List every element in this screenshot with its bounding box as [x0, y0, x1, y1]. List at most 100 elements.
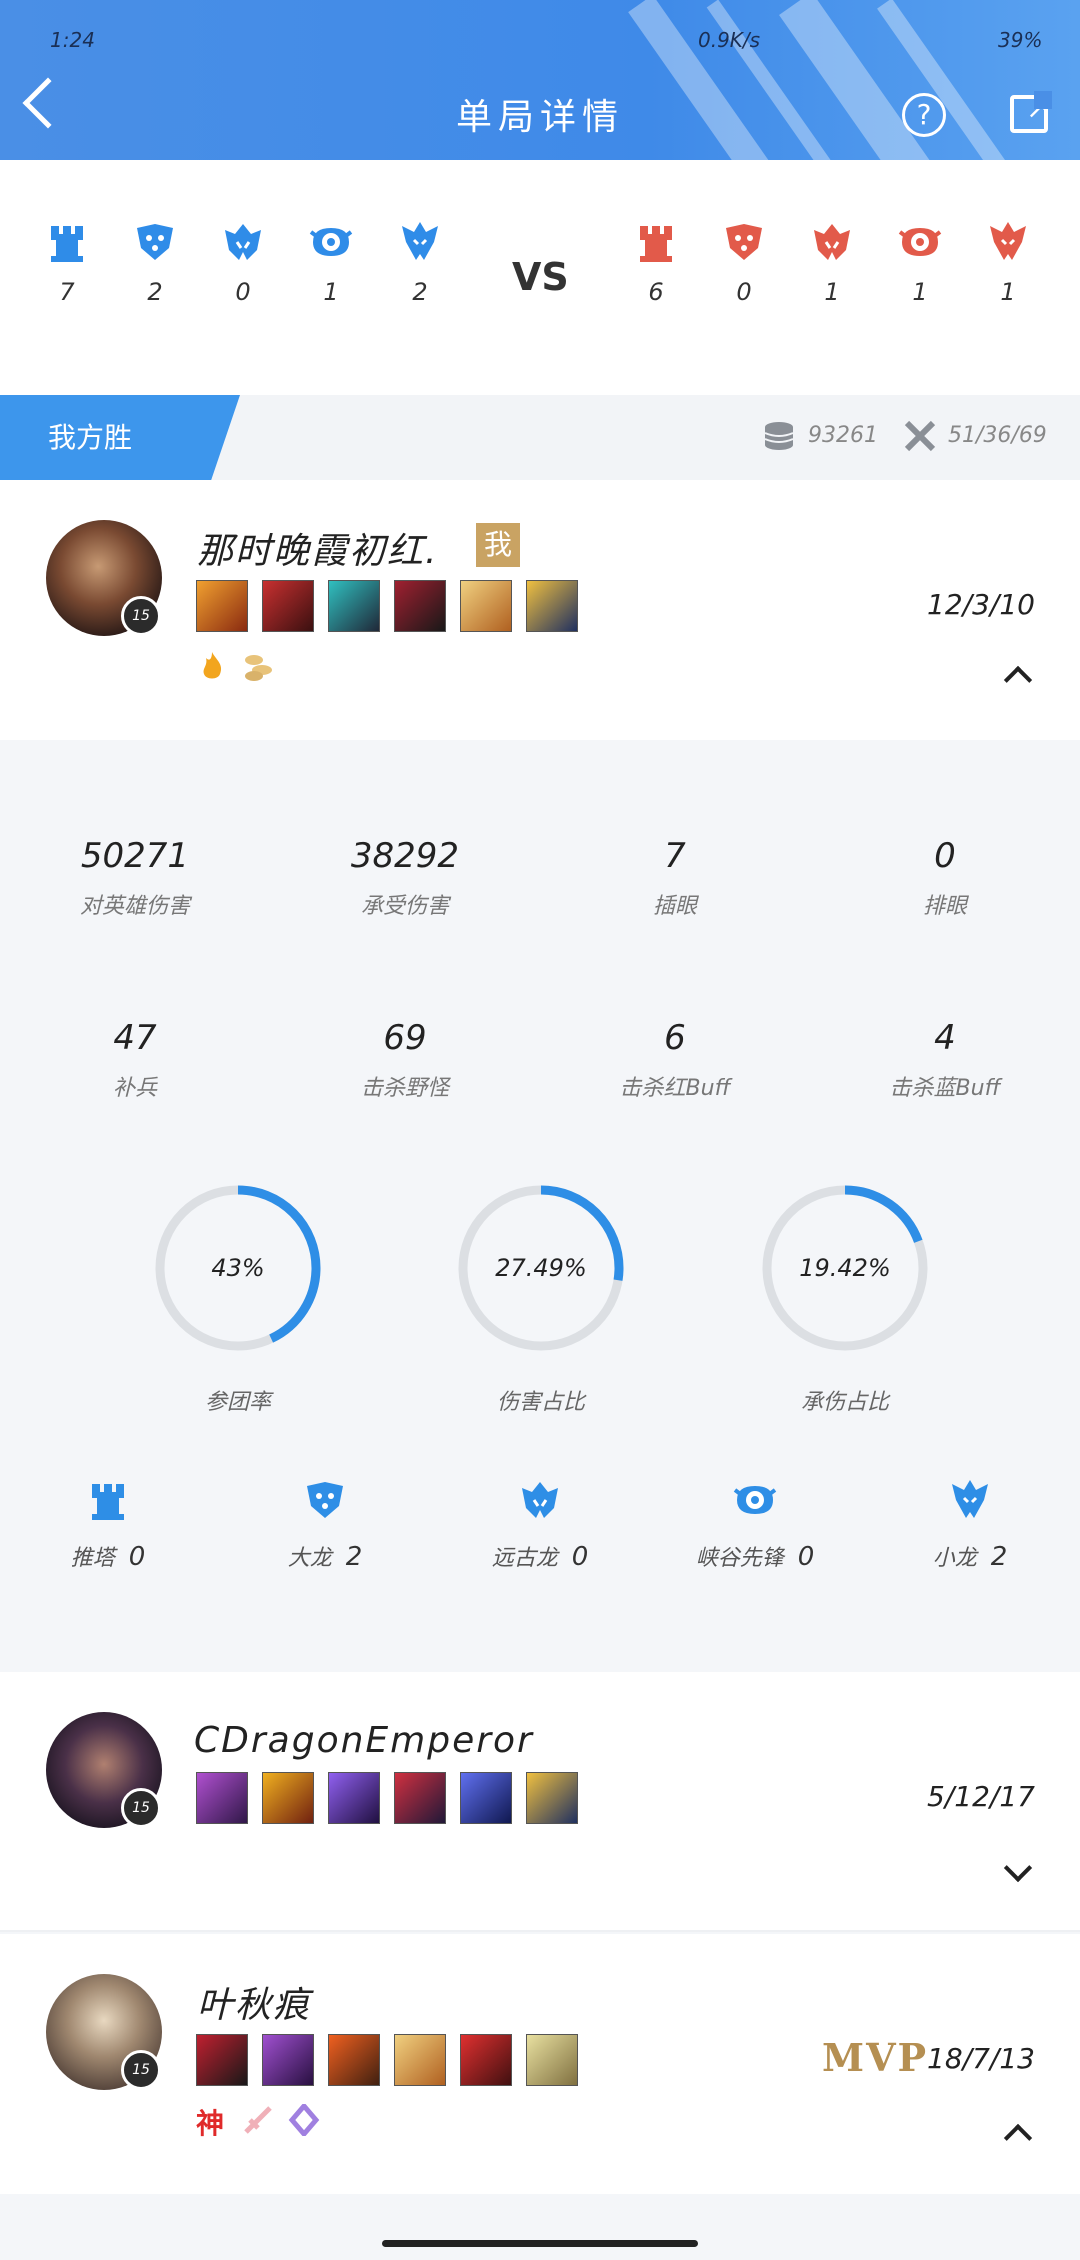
stat-value: 4 [934, 1018, 956, 1058]
item-slot [394, 1772, 446, 1824]
rift-herald-icon [890, 220, 950, 264]
stat-value: 0 [934, 836, 956, 876]
ratio-value: 19.42% [799, 1254, 891, 1282]
stat-cell: 50271 对英雄伤害 [0, 836, 270, 920]
team-kda: 51/36/69 [948, 423, 1047, 448]
item-slot [394, 580, 446, 632]
objective-count: 7 [59, 278, 75, 306]
home-indicator[interactable] [382, 2240, 698, 2247]
hero-level: 15 [121, 596, 161, 636]
stat-cell: 0 排眼 [810, 836, 1080, 920]
fire-icon [203, 652, 222, 679]
ancient-dragon-icon [213, 220, 273, 264]
ratio-label: 伤害占比 [496, 1390, 585, 1415]
objective-stat: 远古龙 0 [450, 1478, 630, 1572]
stat-label: 击杀蓝Buff [889, 1076, 1001, 1101]
rift-herald-icon [665, 1478, 845, 1522]
stat-label: 对英雄伤害 [79, 894, 190, 919]
objective-count: 2 [147, 278, 163, 306]
red-ancient-dragon-count: 1 [802, 220, 862, 306]
objective-label: 推塔 [70, 1546, 115, 1571]
hero-level: 15 [121, 2050, 161, 2090]
collapse-chevron-icon[interactable] [1003, 665, 1033, 695]
blue-ancient-dragon-count: 0 [213, 220, 273, 306]
mvp-badge: MVP [822, 2035, 929, 2080]
item-slot [262, 580, 314, 632]
match-result-bar: 我方胜 93261 51/36/69 [0, 395, 1080, 480]
item-slot [328, 2034, 380, 2086]
red-dragon-count: 1 [978, 220, 1038, 306]
player-kda: 12/3/10 [927, 588, 1035, 621]
player-detail-panel: 50271 对英雄伤害 38292 承受伤害 7 插眼 0 排眼 47 补兵 69 击杀野怪 6 击杀红… [0, 740, 1080, 1670]
stat-cell: 7 插眼 [540, 836, 810, 920]
ratio-label: 承伤占比 [800, 1390, 889, 1415]
objective-stat: 小龙 2 [880, 1478, 1060, 1572]
item-build [196, 2034, 592, 2086]
hero-level: 15 [121, 1788, 161, 1828]
app-header: 1:24 0.9K/s 39% 单局详情 ? ↗ [0, 0, 1080, 160]
item-slot [460, 2034, 512, 2086]
stat-value: 69 [383, 1018, 427, 1058]
item-slot [460, 1772, 512, 1824]
stat-label: 承受伤害 [360, 894, 449, 919]
objective-count: 1 [824, 278, 840, 306]
dragon-icon [390, 220, 450, 264]
blue-rift-herald-count: 1 [301, 220, 361, 306]
stat-cell: 4 击杀蓝Buff [810, 1018, 1080, 1102]
item-slot [196, 580, 248, 632]
dragon-icon [880, 1478, 1060, 1522]
objective-label: 远古龙 [491, 1546, 558, 1571]
item-slot [460, 580, 512, 632]
ratio-value: 27.49% [495, 1254, 587, 1282]
item-slot [328, 1772, 380, 1824]
player-card[interactable]: 15 CDragonEmperor 5/12/17 [0, 1672, 1080, 1932]
stat-value: 38292 [350, 836, 460, 876]
ancient-dragon-icon [450, 1478, 630, 1522]
dragon-icon [978, 220, 1038, 264]
team-gold: 93261 [808, 423, 878, 448]
blue-baron-count: 2 [125, 220, 185, 306]
player-name: 叶秋痕 [197, 1985, 312, 2026]
me-badge: 我 [476, 523, 520, 567]
item-slot [526, 2034, 578, 2086]
objective-value: 2 [345, 1542, 363, 1572]
ratio-ring: 43% 参团率 [148, 1178, 328, 1416]
coins-icon [245, 655, 272, 681]
item-slot [328, 580, 380, 632]
red-tower-count: 6 [626, 220, 686, 306]
tower-icon [37, 220, 97, 264]
baron-icon [235, 1478, 415, 1522]
objective-count: 1 [323, 278, 339, 306]
objective-count: 1 [912, 278, 928, 306]
item-slot [262, 1772, 314, 1824]
status-battery: 39% [998, 28, 1043, 52]
stat-value: 50271 [80, 836, 190, 876]
stat-cell: 6 击杀红Buff [540, 1018, 810, 1102]
baron-icon [714, 220, 774, 264]
stat-value: 47 [113, 1018, 157, 1058]
objective-label: 峡谷先锋 [695, 1546, 784, 1571]
help-icon[interactable]: ? [902, 93, 946, 137]
objective-count: 0 [736, 278, 752, 306]
objective-label: 小龙 [932, 1546, 977, 1571]
ratio-label: 参团率 [204, 1390, 271, 1415]
expand-chevron-icon[interactable] [1003, 1853, 1033, 1883]
god-badge: 神 [196, 2107, 225, 2140]
item-slot [526, 1772, 578, 1824]
crystal-icon [288, 2104, 320, 2136]
team-scoreboard: 7 2 0 1 2 VS 6 0 1 1 1 [0, 160, 1080, 395]
objective-count: 0 [235, 278, 251, 306]
item-slot [394, 2034, 446, 2086]
gold-icon [764, 422, 794, 450]
ancient-dragon-icon [802, 220, 862, 264]
item-slot [196, 1772, 248, 1824]
objective-stat: 大龙 2 [235, 1478, 415, 1572]
objective-label: 大龙 [287, 1546, 332, 1571]
stat-label: 插眼 [652, 894, 697, 919]
player-card[interactable]: 15 那时晚霞初红. 我 12/3/10 [0, 480, 1080, 740]
tower-icon [626, 220, 686, 264]
collapse-chevron-icon[interactable] [1003, 2123, 1033, 2153]
crossed-swords-icon [904, 420, 936, 452]
share-icon[interactable]: ↗ [1010, 91, 1052, 133]
item-slot [526, 580, 578, 632]
